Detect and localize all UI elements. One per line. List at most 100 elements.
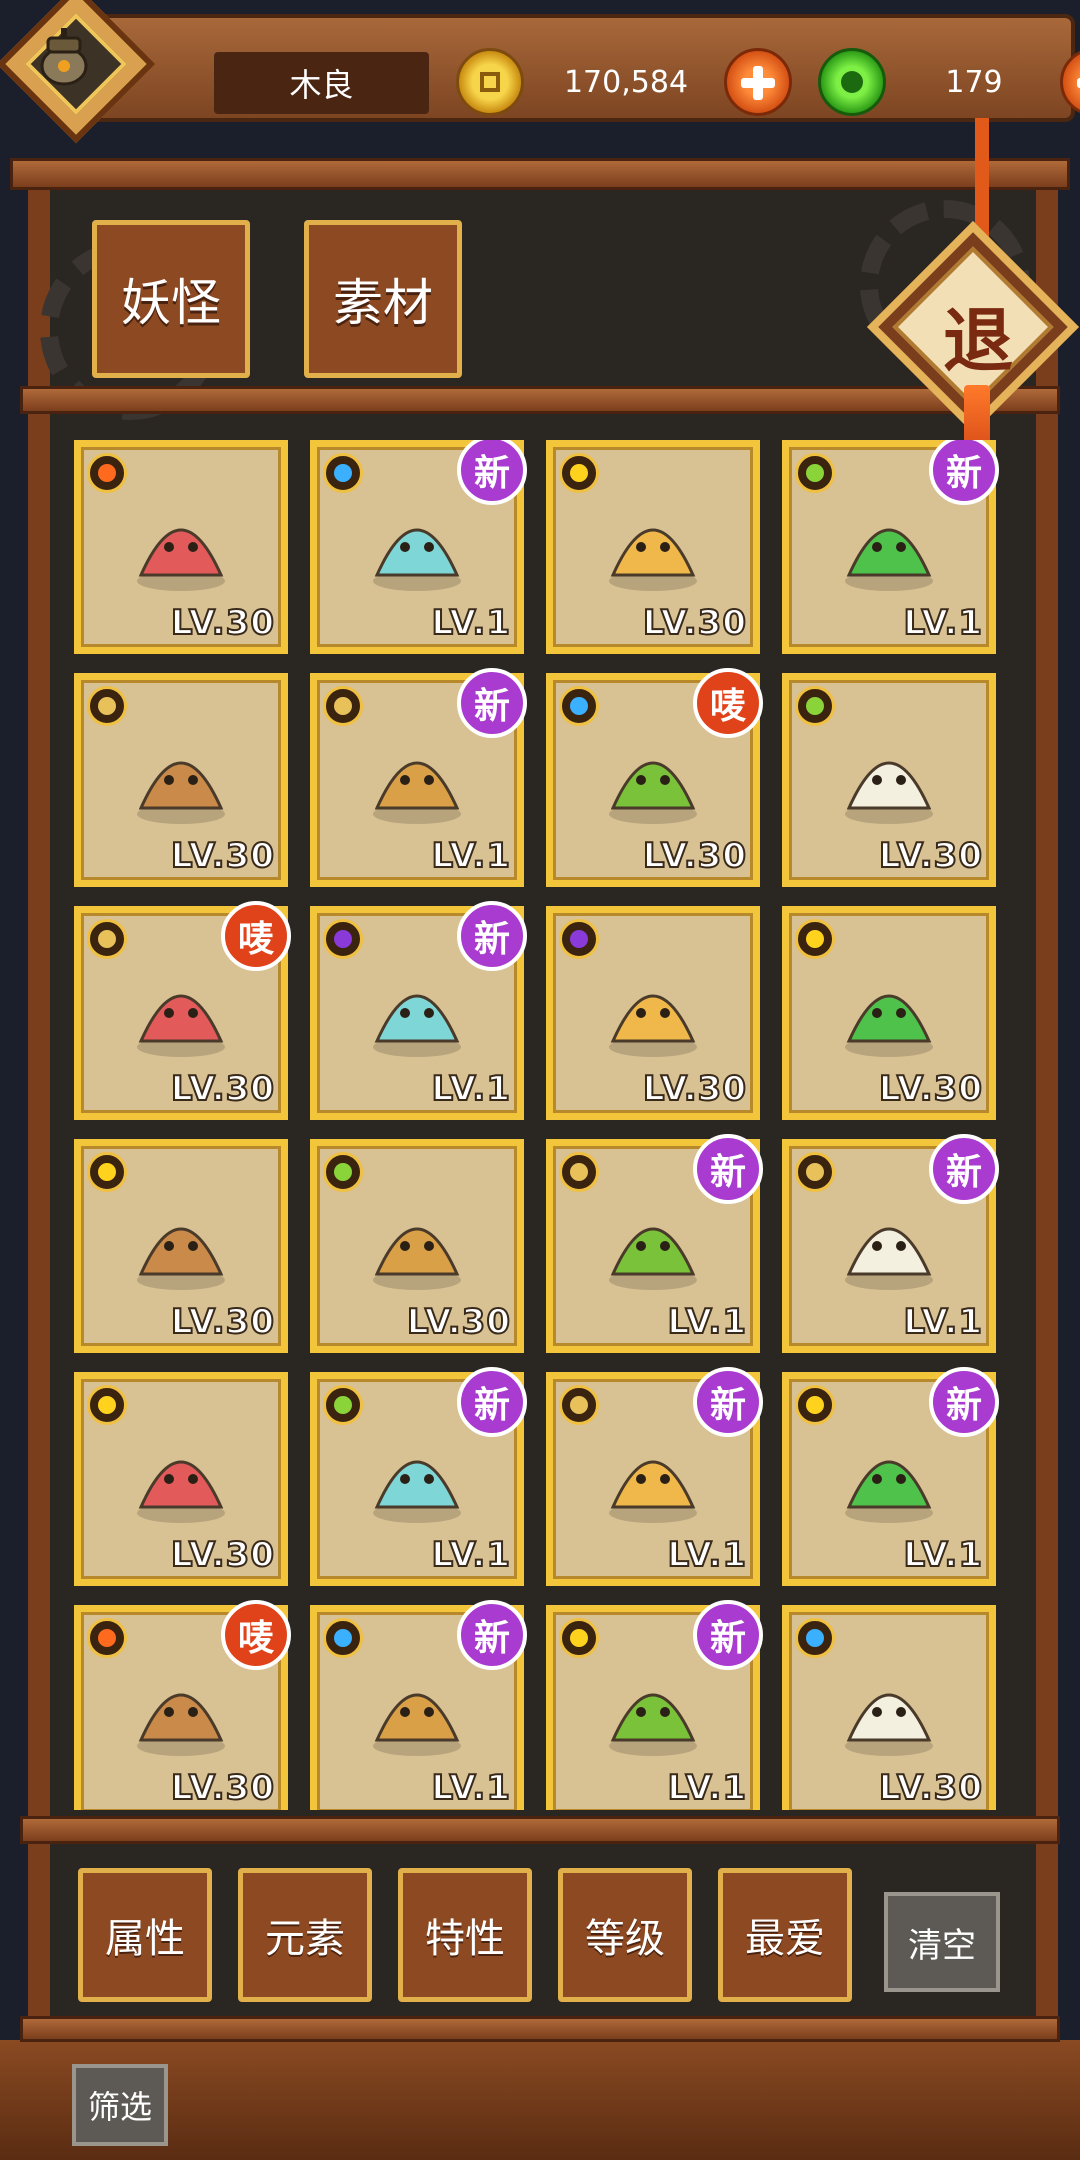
tab-material[interactable]: 素材: [304, 220, 462, 378]
item-level: LV.30: [170, 1068, 275, 1110]
cauldron-avatar-icon: [40, 28, 88, 86]
monkey-keychain-icon: [137, 994, 225, 1057]
item-card[interactable]: LV.30: [74, 1372, 288, 1586]
item-card[interactable]: LV.30: [546, 440, 760, 654]
filter-attribute-button[interactable]: 属性: [78, 1868, 212, 2002]
filter-favorite-button[interactable]: 最爱: [718, 1868, 852, 2002]
new-badge: 新: [693, 1367, 763, 1437]
item-card[interactable]: LV.30: [74, 673, 288, 887]
dumpling-box-icon: [845, 761, 933, 824]
item-level: LV.30: [642, 1068, 747, 1110]
item-level: LV.1: [667, 1767, 747, 1809]
item-level: LV.1: [667, 1534, 747, 1576]
item-level: LV.30: [406, 1301, 511, 1343]
new-badge: 新: [457, 440, 527, 505]
item-level: LV.1: [431, 1068, 511, 1110]
new-badge: 新: [929, 440, 999, 505]
item-card[interactable]: LV.30: [782, 1605, 996, 1810]
item-card[interactable]: 唛 LV.30: [74, 1600, 291, 1810]
goddess-icon: [137, 761, 225, 824]
new-badge: 新: [457, 1600, 527, 1670]
bamboo-cage-icon: [609, 1693, 697, 1756]
princess-cake-icon: [609, 994, 697, 1057]
leaf-branch-icon: [845, 1227, 933, 1290]
item-card[interactable]: 新 LV.1: [782, 440, 999, 654]
item-card[interactable]: LV.30: [310, 1139, 524, 1353]
green-ring-icon: [609, 761, 697, 824]
green-star-icon: [845, 528, 933, 591]
item-level: LV.1: [431, 1767, 511, 1809]
item-level: LV.30: [170, 835, 275, 877]
item-card[interactable]: LV.30: [782, 906, 996, 1120]
item-level: LV.1: [903, 1301, 983, 1343]
item-level: LV.30: [878, 1068, 983, 1110]
drum-ghost-icon: [845, 994, 933, 1057]
new-badge: 新: [693, 1134, 763, 1204]
item-level: LV.1: [431, 1534, 511, 1576]
item-level: LV.30: [170, 602, 275, 644]
jade-amount: 179: [945, 64, 1003, 100]
add-coins-button[interactable]: [724, 48, 792, 116]
item-card[interactable]: 新 LV.1: [310, 1600, 527, 1810]
item-level: LV.1: [903, 602, 983, 644]
favorite-badge: 唛: [221, 1600, 291, 1670]
favorite-badge: 唛: [221, 901, 291, 971]
item-card[interactable]: 唛 LV.30: [546, 668, 763, 887]
new-badge: 新: [929, 1134, 999, 1204]
item-card[interactable]: 新 LV.1: [310, 440, 527, 654]
fox-icon: [137, 1693, 225, 1756]
coin-icon: [456, 48, 524, 116]
item-card[interactable]: 新 LV.1: [310, 901, 527, 1120]
status-bar: 木良 170,584 179: [80, 14, 1080, 122]
new-badge: 新: [457, 901, 527, 971]
item-card[interactable]: 新 LV.1: [782, 1367, 999, 1586]
item-card[interactable]: LV.30: [74, 1139, 288, 1353]
item-level: LV.30: [170, 1301, 275, 1343]
new-badge: 新: [457, 668, 527, 738]
item-card[interactable]: 新 LV.1: [782, 1134, 999, 1353]
filter-element-button[interactable]: 元素: [238, 1868, 372, 2002]
item-card[interactable]: LV.30: [74, 440, 288, 654]
mouse-box-icon: [137, 1460, 225, 1523]
heart-card-icon: [137, 528, 225, 591]
leo-star-icon: [373, 761, 461, 824]
cabinet-bottom-beam: [20, 2016, 1060, 2042]
clear-filters-button[interactable]: 清空: [884, 1892, 1000, 1992]
item-grid[interactable]: LV.30 新 LV.1 LV.30 新 LV.1 LV.30 新 LV.1 唛 LV.30 LV.3…: [74, 440, 1004, 1810]
item-card[interactable]: 新 LV.1: [546, 1134, 763, 1353]
item-card[interactable]: 唛 LV.30: [74, 901, 291, 1120]
cabinet-lower-beam: [20, 1816, 1060, 1844]
moon-cow-icon: [845, 1460, 933, 1523]
exit-label[interactable]: 退: [898, 270, 1058, 400]
item-level: LV.1: [431, 602, 511, 644]
item-card[interactable]: 新 LV.1: [310, 1367, 527, 1586]
filter-trait-button[interactable]: 特性: [398, 1868, 532, 2002]
player-name: 木良: [214, 52, 429, 114]
watermelon-icon: [609, 1460, 697, 1523]
new-badge: 新: [693, 1600, 763, 1670]
roll-cake-icon: [609, 528, 697, 591]
ghost-shell-icon: [373, 528, 461, 591]
filter-toggle-button[interactable]: 筛选: [72, 2064, 168, 2146]
new-badge: 新: [929, 1367, 999, 1437]
item-card[interactable]: 新 LV.1: [546, 1600, 763, 1810]
item-card[interactable]: 新 LV.1: [310, 668, 527, 887]
boy-hat-icon: [373, 994, 461, 1057]
corn-icon: [373, 1460, 461, 1523]
add-jade-button[interactable]: [1060, 48, 1080, 116]
item-level: LV.30: [878, 1767, 983, 1809]
item-card[interactable]: LV.30: [546, 906, 760, 1120]
item-card[interactable]: 新 LV.1: [546, 1367, 763, 1586]
item-level: LV.30: [170, 1767, 275, 1809]
tab-yokai[interactable]: 妖怪: [92, 220, 250, 378]
jade-icon: [818, 48, 886, 116]
item-level: LV.1: [667, 1301, 747, 1343]
item-level: LV.30: [642, 835, 747, 877]
cabinet-top-beam: [10, 158, 1070, 190]
green-rock-icon: [609, 1227, 697, 1290]
filter-level-button[interactable]: 等级: [558, 1868, 692, 2002]
mahjong-north-icon: [845, 1693, 933, 1756]
item-card[interactable]: LV.30: [782, 673, 996, 887]
item-level: LV.30: [878, 835, 983, 877]
item-level: LV.30: [642, 602, 747, 644]
